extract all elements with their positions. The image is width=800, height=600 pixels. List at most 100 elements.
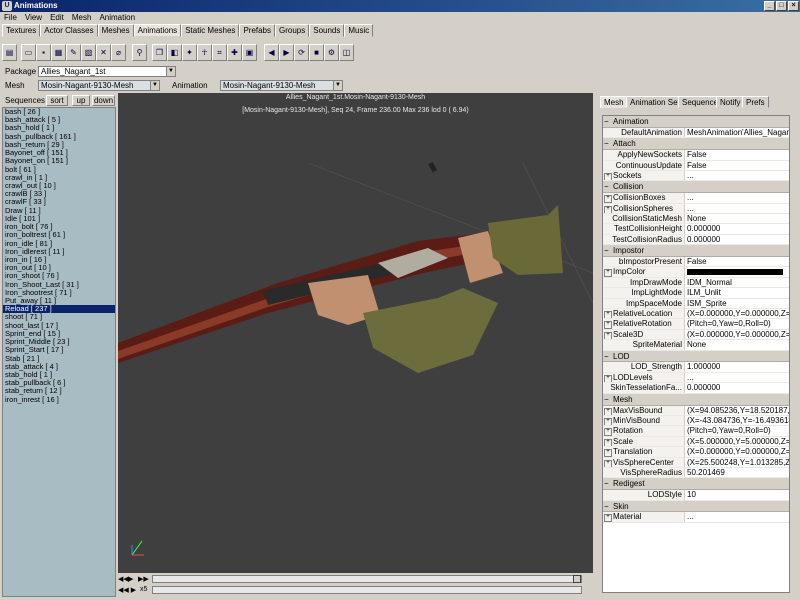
chevron-down-icon[interactable]: ▼ [333, 81, 342, 90]
property-value[interactable]: None [685, 340, 789, 349]
category-skin[interactable]: Skin [603, 500, 789, 513]
bones-icon[interactable]: ✦ [182, 44, 197, 61]
tab-music[interactable]: Music [344, 24, 374, 37]
property-value[interactable]: (X=0.000000,Y=0.000000,Z=0.00 [685, 447, 789, 456]
property-row[interactable]: ContinuousUpdate False [603, 160, 789, 171]
tab-meshes[interactable]: Meshes [97, 24, 134, 37]
property-value[interactable]: 0.000000 [685, 224, 789, 233]
property-value[interactable]: (X=-43.084736,Y=-16.493618,Z [685, 416, 789, 425]
property-value[interactable]: MeshAnimation'Allies_Nagant_ [685, 128, 789, 137]
property-row[interactable]: MaxVisBound(X=94.085236,Y=18.520187,Z=1 [603, 405, 789, 416]
property-row[interactable]: SpriteMaterial None [603, 340, 789, 351]
wireframe-icon[interactable]: ⌗ [212, 44, 227, 61]
step-back-icon[interactable]: ◀◀ ▶ [118, 586, 136, 594]
property-row[interactable]: ApplyNewSockets False [603, 150, 789, 161]
property-row[interactable]: ImpColor [603, 267, 789, 278]
property-row[interactable]: SkinTesselationFa... 0.000000 [603, 383, 789, 394]
property-value[interactable]: 0.000000 [685, 383, 789, 392]
property-row[interactable]: Scale(X=5.000000,Y=5.000000,Z=5.00 [603, 436, 789, 448]
close-button[interactable]: × [788, 1, 799, 11]
minimize-button[interactable]: _ [764, 1, 775, 11]
property-row[interactable]: RelativeRotation(Pitch=0,Yaw=0,Roll=0) [603, 319, 789, 330]
property-value[interactable]: False [685, 257, 789, 266]
tab-prefabs[interactable]: Prefabs [239, 24, 276, 37]
category-collision[interactable]: Collision [603, 181, 789, 194]
property-value[interactable]: (X=5.000000,Y=5.000000,Z=5.00 [685, 437, 789, 446]
tab-prefs[interactable]: Prefs [742, 96, 769, 108]
stop-icon[interactable]: ■ [309, 44, 324, 61]
property-value[interactable]: (X=0.000000,Y=0.000000,Z=0.0 [685, 330, 789, 339]
cross-icon[interactable]: ✚ [227, 44, 242, 61]
figure-icon[interactable]: ☥ [197, 44, 212, 61]
property-row[interactable]: Material... [603, 512, 789, 523]
property-row[interactable]: bImpostorPresent False [603, 257, 789, 268]
property-row[interactable]: ImpLightMode ILM_Unlit [603, 288, 789, 299]
property-value[interactable]: ISM_Sprite [685, 299, 789, 308]
property-row[interactable]: CollisionBoxes... [603, 193, 789, 204]
property-value[interactable]: False [685, 150, 789, 159]
tab-animations[interactable]: Animations [133, 24, 182, 37]
copy-icon[interactable]: ❐ [152, 44, 167, 61]
property-value[interactable]: 1.000000 [685, 362, 789, 371]
property-value[interactable]: False [685, 161, 789, 170]
frame-icon[interactable]: ▣ [242, 44, 257, 61]
property-value[interactable]: (X=0.000000,Y=0.000000,Z=0.0 [685, 309, 789, 318]
new-icon[interactable]: ▤ [2, 44, 17, 61]
timeline-track[interactable] [152, 575, 582, 583]
category-impostor[interactable]: Impostor [603, 245, 789, 258]
property-row[interactable]: Translation(X=0.000000,Y=0.000000,Z=0.00 [603, 447, 789, 458]
property-row[interactable]: LOD_Strength 1.000000 [603, 362, 789, 373]
maximize-button[interactable]: □ [776, 1, 787, 11]
property-value[interactable]: 50.201469 [685, 468, 789, 477]
property-row[interactable]: Scale3D(X=0.000000,Y=0.000000,Z=0.0 [603, 329, 789, 341]
property-row[interactable]: DefaultAnimation MeshAnimation'Allies_Nag… [603, 127, 789, 139]
tab-textures[interactable]: Textures [2, 24, 41, 37]
tab-sounds[interactable]: Sounds [309, 24, 345, 37]
property-row[interactable]: LODStyle 10 [603, 490, 789, 501]
property-value[interactable]: ... [685, 512, 789, 521]
loop-icon[interactable]: ⟳ [294, 44, 309, 61]
property-value[interactable]: ... [685, 193, 789, 202]
property-value[interactable]: ... [685, 204, 789, 213]
tab-actor-classes[interactable]: Actor Classes [40, 24, 98, 37]
tab-notify[interactable]: Notify [716, 96, 745, 108]
save-icon[interactable]: ▪ [36, 44, 51, 61]
open-icon[interactable]: ▭ [21, 44, 36, 61]
tab-groups[interactable]: Groups [275, 24, 310, 37]
property-grid[interactable]: AnimationDefaultAnimationMeshAnimation'A… [602, 115, 790, 593]
package-dropdown[interactable]: Allies_Nagant_1st ▼ [38, 66, 176, 77]
mesh-dropdown[interactable]: Mosin-Nagant-9130-Mesh ▼ [38, 80, 160, 91]
play-icon[interactable]: ▶ [128, 575, 136, 583]
category-lod[interactable]: LOD [603, 350, 789, 363]
property-row[interactable]: LODLevels... [603, 372, 789, 384]
property-value[interactable]: 0.000000 [685, 235, 789, 244]
sequence-list[interactable]: bash [ 26 ] bash_attack [ 5 ] bash_hold [ … [2, 107, 116, 597]
color-swatch[interactable] [687, 269, 783, 276]
sort-button[interactable]: sort [46, 95, 68, 106]
delete-icon[interactable]: ✕ [96, 44, 111, 61]
chevron-down-icon[interactable]: ▼ [166, 67, 175, 76]
property-row[interactable]: TestCollisionRadius 0.000000 [603, 234, 789, 246]
category-attach[interactable]: Attach [603, 138, 789, 151]
speed-track[interactable] [152, 586, 582, 594]
property-value[interactable]: 10 [685, 490, 789, 499]
import-icon[interactable]: ▦ [51, 44, 66, 61]
play-icon[interactable]: ▶ [279, 44, 294, 61]
lod-icon[interactable]: ◫ [339, 44, 354, 61]
property-value[interactable]: ILM_Unlit [685, 288, 789, 297]
property-row[interactable]: VisSphereRadius 50.201469 [603, 467, 789, 479]
tab-mesh[interactable]: Mesh [600, 96, 628, 108]
property-row[interactable]: Rotation(Pitch=0,Yaw=0,Roll=0) [603, 426, 789, 437]
rewind-icon[interactable]: ◀◀ [118, 575, 129, 583]
menu-animation[interactable]: Animation [95, 12, 139, 24]
property-value[interactable]: None [685, 214, 789, 223]
menu-view[interactable]: View [21, 12, 46, 24]
property-value[interactable]: IDM_Normal [685, 278, 789, 287]
title-bar[interactable]: U Animations _ □ × [0, 0, 800, 12]
property-row[interactable]: TestCollisionHeight 0.000000 [603, 224, 789, 235]
property-value[interactable]: (Pitch=0,Yaw=0,Roll=0) [685, 319, 789, 328]
category-redigest[interactable]: Redigest [603, 478, 789, 491]
chevron-down-icon[interactable]: ▼ [150, 81, 159, 90]
property-value[interactable]: (X=25.500248,Y=1.013285,Z=-1 [685, 458, 789, 467]
property-row[interactable]: CollisionStaticMesh None [603, 214, 789, 225]
